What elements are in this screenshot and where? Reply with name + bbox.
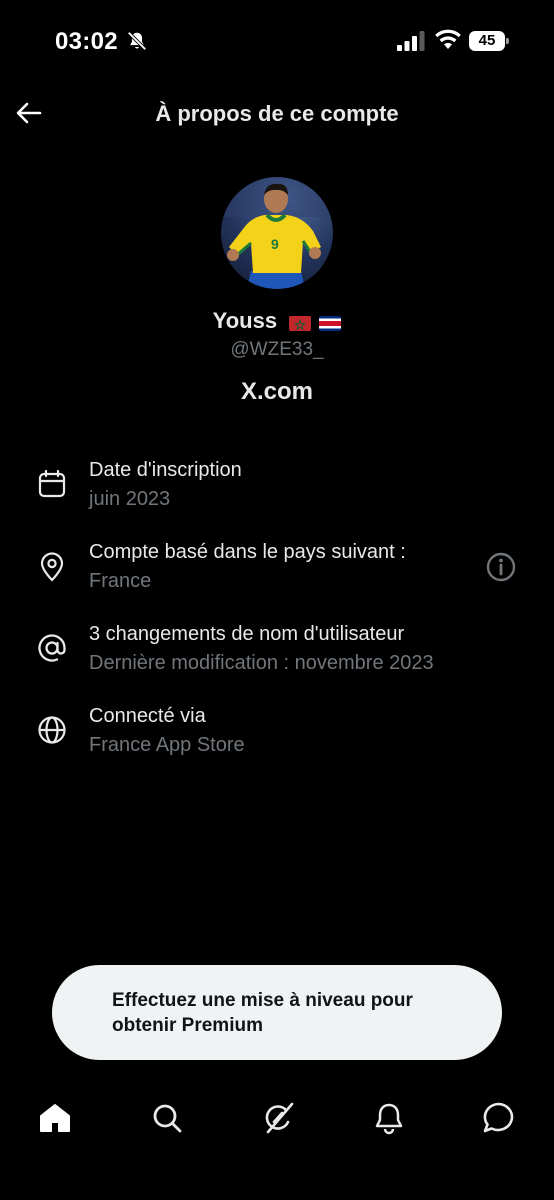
display-name-text: Youss — [212, 308, 278, 333]
info-row-join-date: Date d'inscription juin 2023 — [0, 455, 554, 525]
search-icon — [153, 1104, 182, 1133]
nav-home[interactable] — [35, 1098, 75, 1138]
page-title: À propos de ce compte — [155, 101, 399, 126]
nav-messages[interactable] — [479, 1098, 519, 1138]
bell-off-icon — [127, 31, 147, 51]
nav-grok[interactable] — [258, 1098, 298, 1138]
nav-notifications[interactable] — [369, 1098, 409, 1138]
avatar[interactable]: 9 — [221, 177, 333, 289]
nav-search[interactable] — [147, 1098, 187, 1138]
display-name: Youss — [0, 308, 554, 335]
morocco-flag — [289, 315, 312, 331]
status-time: 03:02 — [55, 28, 118, 55]
bottom-nav — [0, 1080, 554, 1200]
grok-icon — [265, 1102, 294, 1134]
svg-text:9: 9 — [271, 236, 279, 252]
status-bar: 03:02 45 — [0, 0, 554, 84]
flag-emojis — [287, 309, 342, 335]
wifi-icon — [435, 29, 461, 49]
signal-icon — [397, 31, 425, 51]
connected-via-value: France App Store — [89, 734, 245, 756]
join-date-value: juin 2023 — [89, 488, 171, 510]
username-changes-value: Dernière modification : novembre 2023 — [89, 652, 434, 674]
battery-icon: 45 — [469, 31, 509, 51]
globe-icon — [38, 716, 66, 744]
join-date-label: Date d'inscription — [89, 459, 242, 481]
battery-percent: 45 — [478, 32, 496, 49]
connected-via-label: Connecté via — [89, 705, 206, 727]
info-row-country: Compte basé dans le pays suivant : Franc… — [0, 537, 554, 607]
username-handle: @WZE33_ — [230, 339, 324, 360]
country-value: France — [89, 570, 152, 592]
costa-rica-flag — [319, 315, 342, 331]
premium-upgrade-text: Effectuez une mise à niveau pour obtenir… — [112, 990, 413, 1036]
location-pin-icon — [40, 552, 64, 582]
messages-icon — [483, 1102, 514, 1133]
premium-upgrade-banner[interactable]: Effectuez une mise à niveau pour obtenir… — [52, 965, 502, 1060]
info-row-connected-via: Connecté via France App Store — [0, 701, 554, 771]
country-label: Compte basé dans le pays suivant : — [89, 541, 406, 563]
at-sign-icon — [38, 634, 66, 662]
info-row-username-changes: 3 changements de nom d'utilisateur Derni… — [0, 619, 554, 689]
info-icon[interactable] — [485, 551, 517, 583]
bell-icon — [375, 1103, 403, 1135]
calendar-icon — [38, 469, 66, 498]
site-label: X.com — [240, 378, 314, 405]
home-icon — [40, 1104, 70, 1132]
username-changes-label: 3 changements de nom d'utilisateur — [89, 623, 405, 645]
